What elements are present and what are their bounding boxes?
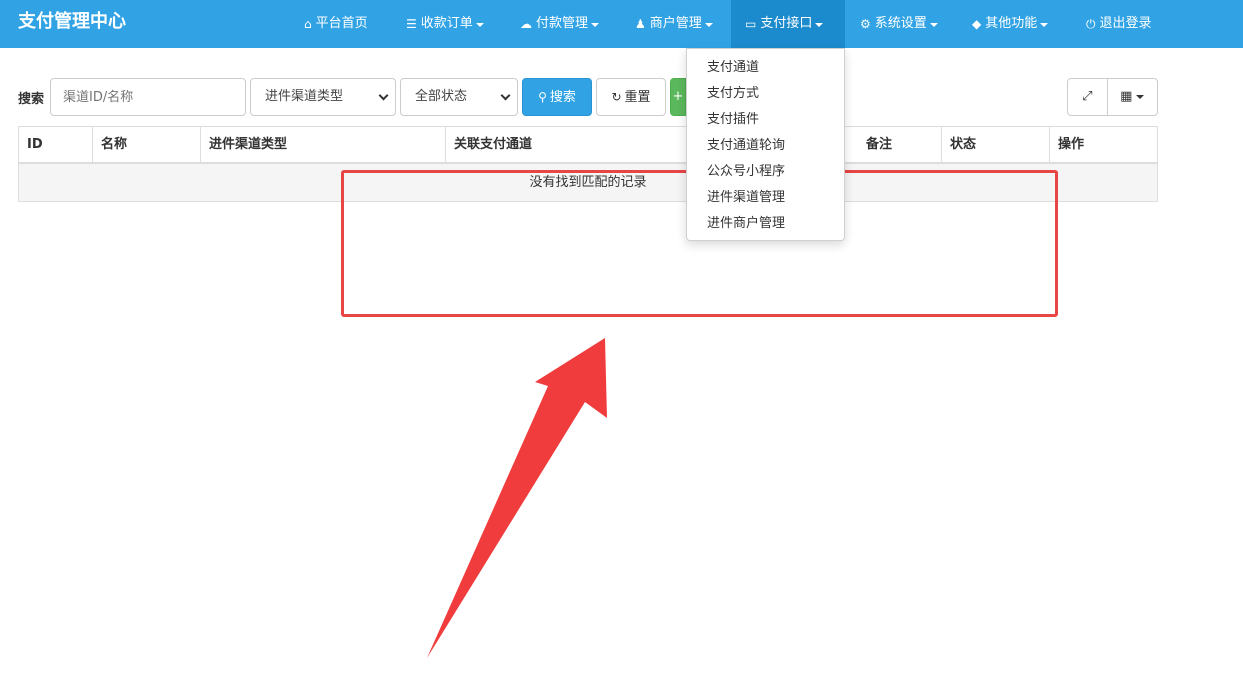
- menu-item-mp-miniapp[interactable]: 公众号小程序: [687, 159, 844, 185]
- menu-item-payment-method[interactable]: 支付方式: [687, 81, 844, 107]
- annotation-arrow: [427, 338, 607, 658]
- payment-interface-dropdown: 支付通道 支付方式 支付插件 支付通道轮询 公众号小程序 进件渠道管理 进件商户…: [686, 48, 845, 241]
- annotation-arrow-shape: [427, 338, 607, 658]
- menu-item-onboarding-merchant[interactable]: 进件商户管理: [687, 211, 844, 237]
- menu-item-onboarding-channel[interactable]: 进件渠道管理: [687, 185, 844, 211]
- menu-item-payment-plugin[interactable]: 支付插件: [687, 107, 844, 133]
- menu-item-payment-channel[interactable]: 支付通道: [687, 55, 844, 81]
- menu-item-channel-polling[interactable]: 支付通道轮询: [687, 133, 844, 159]
